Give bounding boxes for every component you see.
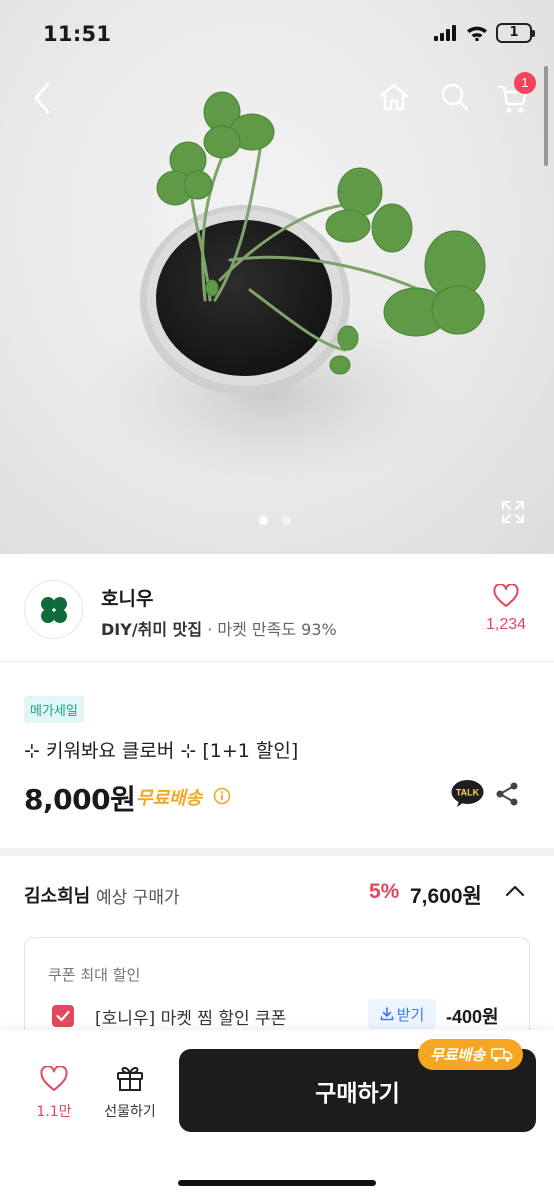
expected-price-value: 7,600원 bbox=[410, 885, 482, 908]
product-image-gallery[interactable]: 11:51 1 1 bbox=[0, 0, 554, 554]
product-price: 8,000원 bbox=[24, 783, 136, 816]
pagination-dot[interactable] bbox=[282, 516, 291, 525]
scrollbar[interactable] bbox=[544, 66, 548, 166]
chevron-up-icon[interactable] bbox=[505, 884, 525, 898]
seller-category: DIY/취미 맛집 bbox=[101, 620, 203, 639]
wifi-icon bbox=[467, 26, 487, 41]
search-button[interactable] bbox=[438, 80, 472, 114]
status-bar: 11:51 1 bbox=[0, 0, 554, 66]
like-button[interactable]: 1.1만 bbox=[28, 1065, 80, 1121]
like-count: 1.1만 bbox=[36, 1104, 72, 1120]
expand-image-button[interactable] bbox=[500, 499, 526, 525]
svg-text:TALK: TALK bbox=[456, 788, 480, 798]
home-indicator[interactable] bbox=[178, 1180, 376, 1186]
coupon-amount: -400원 bbox=[446, 1007, 499, 1027]
gift-button[interactable]: 선물하기 bbox=[96, 1064, 164, 1121]
coupon-panel-title: 쿠폰 최대 할인 bbox=[48, 966, 141, 984]
clover-logo-icon bbox=[40, 596, 67, 623]
free-shipping-label: 무료배송 bbox=[136, 788, 203, 809]
pagination-dot[interactable] bbox=[259, 516, 268, 525]
coupon-download-button[interactable]: 받기 bbox=[368, 999, 436, 1029]
coupon-name: [호니우] 마켓 찜 할인 쿠폰 bbox=[95, 1009, 287, 1029]
home-icon bbox=[379, 83, 409, 111]
status-time: 11:51 bbox=[43, 22, 112, 46]
signal-icon bbox=[434, 25, 456, 41]
gift-icon bbox=[117, 1066, 143, 1091]
check-icon bbox=[56, 1010, 70, 1022]
battery-icon: 1 bbox=[496, 23, 535, 43]
heart-outline-icon bbox=[493, 583, 519, 607]
seller-satisfaction: · 마켓 만족도 93% bbox=[202, 620, 337, 639]
expand-icon bbox=[502, 501, 524, 523]
expected-discount-rate: 5% bbox=[369, 880, 400, 903]
seller-name[interactable]: 호니우 bbox=[101, 584, 153, 611]
product-title: ⊹ 키워봐요 클로버 ⊹ [1+1 할인] bbox=[24, 740, 299, 762]
chevron-left-icon bbox=[34, 82, 50, 114]
expected-price-section[interactable]: 김소희님 예상 구매가 5% 7,600원 bbox=[0, 856, 554, 932]
expected-price-label: 예상 구매가 bbox=[96, 888, 180, 908]
back-button[interactable] bbox=[28, 80, 56, 116]
home-button[interactable] bbox=[377, 80, 411, 114]
section-divider bbox=[0, 848, 554, 856]
heart-outline-icon bbox=[40, 1065, 68, 1091]
sale-tag: 메가세일 bbox=[24, 696, 84, 723]
kakao-talk-share-icon[interactable]: TALK bbox=[451, 780, 484, 808]
cart-button[interactable]: 1 bbox=[496, 72, 536, 116]
seller-section[interactable]: 호니우 DIY/취미 맛집 · 마켓 만족도 93% 1,234 bbox=[0, 554, 554, 662]
gift-label: 선물하기 bbox=[104, 1104, 156, 1120]
truck-icon bbox=[491, 1047, 513, 1062]
buy-button-label: 구매하기 bbox=[315, 1080, 400, 1107]
gallery-pagination bbox=[259, 516, 291, 525]
info-icon[interactable] bbox=[213, 787, 231, 805]
bottom-action-bar: 1.1만 선물하기 구매하기 무료배송 bbox=[0, 1030, 554, 1200]
coupon-download-label: 받기 bbox=[396, 1005, 425, 1024]
download-icon bbox=[380, 1007, 393, 1021]
seller-favorite-count: 1,234 bbox=[485, 616, 527, 633]
seller-meta: DIY/취미 맛집 · 마켓 만족도 93% bbox=[101, 616, 337, 640]
share-icon[interactable] bbox=[494, 781, 520, 807]
seller-favorite-button[interactable]: 1,234 bbox=[482, 583, 530, 634]
expected-price-user: 김소희님 bbox=[24, 886, 91, 907]
coupon-checkbox[interactable] bbox=[52, 1005, 74, 1027]
free-shipping-badge-label: 무료배송 bbox=[430, 1046, 486, 1064]
search-icon bbox=[441, 83, 469, 111]
seller-avatar[interactable] bbox=[24, 580, 83, 639]
product-info: 메가세일 ⊹ 키워봐요 클로버 ⊹ [1+1 할인] 8,000원 무료배송 T… bbox=[0, 662, 554, 848]
cart-badge: 1 bbox=[514, 72, 536, 94]
free-shipping-badge: 무료배송 bbox=[418, 1039, 524, 1070]
